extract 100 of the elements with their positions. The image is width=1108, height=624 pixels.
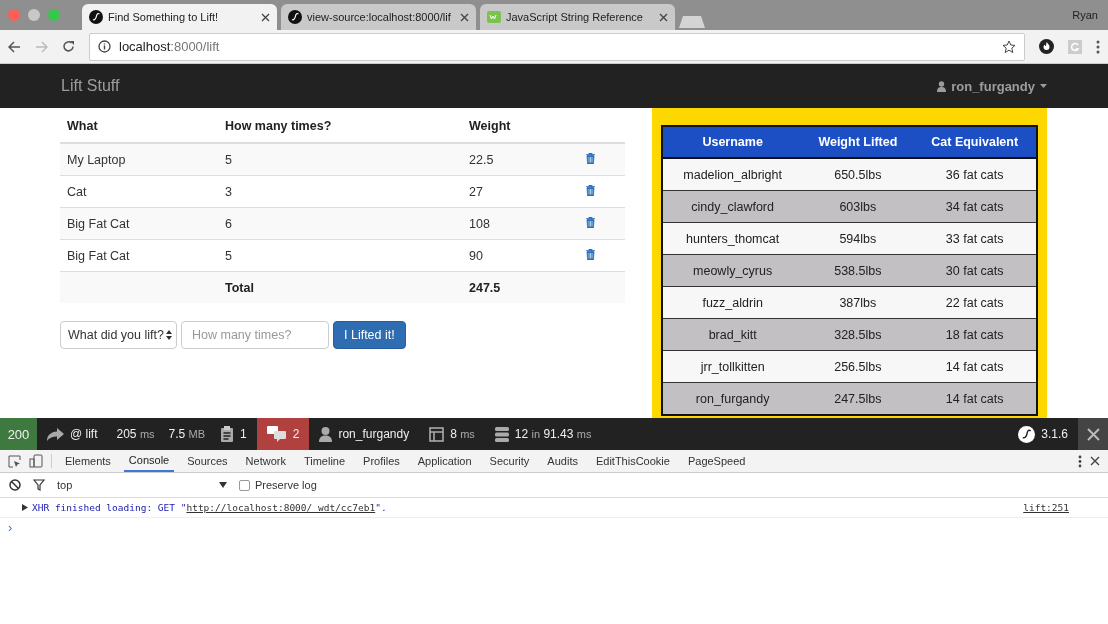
version-item[interactable]: 3.1.6: [1008, 418, 1078, 450]
info-icon: [98, 40, 111, 53]
database-icon: [494, 426, 509, 442]
devtools-tab[interactable]: Timeline: [298, 450, 351, 472]
devtools-tab[interactable]: Network: [240, 450, 291, 472]
user-icon: [937, 80, 947, 92]
table-cell: ron_furgandy: [662, 382, 803, 415]
table-cell: cindy_clawford: [662, 190, 803, 223]
site-brand[interactable]: Lift Stuff: [61, 77, 120, 95]
table-cell: brad_kitt: [662, 318, 803, 351]
table-cell: 247.5lbs: [802, 382, 914, 415]
table-cell: My Laptop: [60, 143, 218, 176]
bookmark-star-icon[interactable]: [1002, 39, 1016, 54]
trash-icon[interactable]: [586, 152, 595, 164]
route-item[interactable]: @ lift: [37, 418, 108, 450]
logo-icon: [1018, 425, 1036, 443]
checkbox[interactable]: [239, 479, 250, 491]
user-icon: [319, 426, 333, 442]
device-icon[interactable]: [29, 454, 43, 468]
table-cell: jrr_tollkitten: [662, 350, 803, 383]
browser-tab[interactable]: view-source:localhost:8000/lif: [281, 4, 476, 30]
logo-icon: [89, 10, 103, 24]
table-cell: 22 fat cats: [913, 286, 1037, 319]
trash-icon[interactable]: [586, 248, 595, 260]
table-cell: madelion_albright: [662, 158, 803, 191]
console-prompt[interactable]: ›: [8, 520, 13, 535]
table-cell: 650.5lbs: [802, 158, 914, 191]
logs-item[interactable]: 1: [210, 418, 257, 450]
status-code[interactable]: 200: [0, 418, 37, 450]
total-value: 247.5: [462, 271, 579, 303]
table-cell: 14 fat cats: [913, 350, 1037, 383]
trash-icon[interactable]: [586, 216, 595, 228]
close-icon[interactable]: [460, 12, 469, 22]
expand-icon[interactable]: [22, 504, 28, 511]
url-link[interactable]: http://localhost:8000/_wdt/cc7eb1: [186, 502, 376, 513]
column-header: Weight Lifted: [802, 126, 914, 158]
close-icon[interactable]: [261, 12, 270, 22]
close-toolbar-button[interactable]: [1078, 418, 1108, 450]
clear-console-icon[interactable]: [9, 479, 21, 491]
table-cell: 538.5lbs: [802, 254, 914, 287]
total-label: Total: [218, 271, 462, 303]
table-cell: hunters_thomcat: [662, 222, 803, 255]
filter-icon[interactable]: [33, 479, 45, 491]
devtools-tab[interactable]: EditThisCookie: [590, 450, 675, 472]
browser-tab[interactable]: Find Something to Lift!: [82, 4, 277, 30]
devtools-tab[interactable]: Elements: [60, 450, 116, 472]
table-cell: 387lbs: [802, 286, 914, 319]
layout-icon: [429, 426, 445, 442]
database-item[interactable]: 12 in 91.43 ms: [484, 418, 602, 450]
context-select[interactable]: top: [57, 479, 227, 491]
clipboard-icon: [220, 426, 235, 442]
table-cell: Big Fat Cat: [60, 207, 218, 240]
close-icon[interactable]: [659, 12, 668, 22]
table-cell: 18 fat cats: [913, 318, 1037, 351]
profile-name[interactable]: Ryan: [1072, 9, 1098, 21]
table-cell: 256.5lbs: [802, 350, 914, 383]
console-message: XHR finished loading: GET "http://localhost:8000/_wdt/cc7eb1".: [32, 502, 387, 513]
column-header: Username: [662, 126, 803, 158]
table-cell: 14 fat cats: [913, 382, 1037, 415]
extension-icon[interactable]: [1039, 39, 1054, 54]
item-select[interactable]: What did you lift?: [60, 321, 177, 349]
devtools-tab[interactable]: Sources: [182, 450, 233, 472]
devtools-tab[interactable]: Console: [123, 450, 175, 472]
share-arrow-icon: [47, 427, 64, 441]
memory-reading[interactable]: 7.5 MB: [163, 427, 211, 441]
time-reading[interactable]: 205 ms: [111, 427, 160, 441]
table-cell: 603lbs: [802, 190, 914, 223]
times-input[interactable]: How many times?: [181, 321, 329, 349]
twig-item[interactable]: 8 ms: [419, 418, 485, 450]
speech-bubbles-icon: [266, 426, 287, 442]
devtools-tab[interactable]: Application: [412, 450, 477, 472]
table-cell: 5: [218, 143, 462, 176]
checkbox-label: Preserve log: [255, 479, 317, 491]
reload-icon[interactable]: [62, 40, 75, 53]
address-field[interactable]: localhost:8000/lift: [89, 32, 1025, 61]
caret-icon: [1040, 84, 1047, 88]
user-item[interactable]: ron_furgandy: [309, 418, 420, 450]
menu-icon[interactable]: [1096, 39, 1100, 54]
submit-button[interactable]: I Lifted it!: [333, 321, 406, 349]
logo-icon: [487, 11, 501, 23]
table-cell: 6: [218, 207, 462, 240]
user-menu[interactable]: ron_furgandy: [937, 78, 1047, 94]
close-icon[interactable]: [1090, 456, 1100, 466]
more-options-icon[interactable]: [1078, 454, 1082, 468]
table-cell: 36 fat cats: [913, 158, 1037, 191]
table-cell: 30 fat cats: [913, 254, 1037, 287]
back-icon[interactable]: [8, 40, 21, 53]
browser-tab[interactable]: JavaScript String Reference: [480, 4, 675, 30]
dropdown-arrows-icon: [166, 330, 172, 340]
devtools-tab[interactable]: Profiles: [358, 450, 405, 472]
inspect-icon[interactable]: [8, 454, 21, 468]
table-cell: meowly_cyrus: [662, 254, 803, 287]
table-cell: 328.5lbs: [802, 318, 914, 351]
source-link[interactable]: lift:251: [1023, 502, 1069, 513]
table-cell: 594lbs: [802, 222, 914, 255]
devtools-tab[interactable]: PageSpeed: [682, 450, 751, 472]
trash-icon[interactable]: [586, 184, 595, 196]
translations-item[interactable]: 2: [256, 418, 310, 450]
devtools-tab[interactable]: Security: [484, 450, 535, 472]
devtools-tab[interactable]: Audits: [542, 450, 583, 472]
